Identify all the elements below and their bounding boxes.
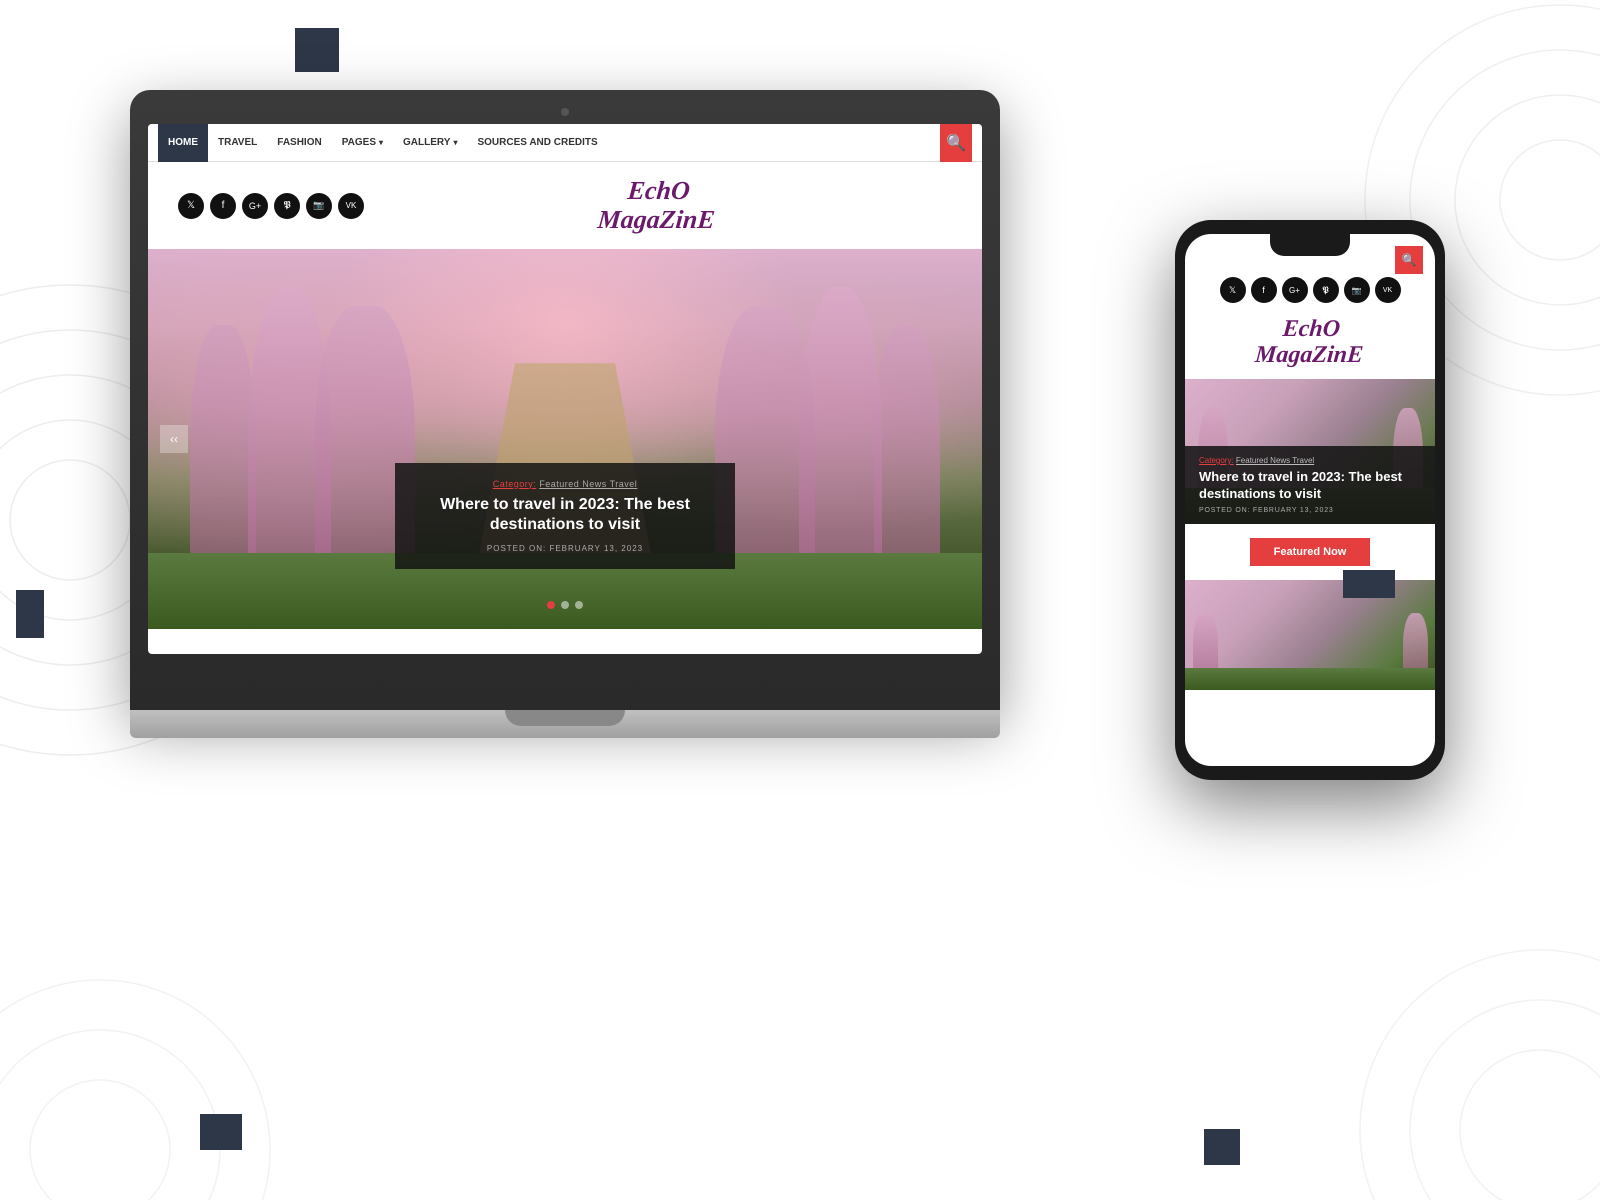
- hero-category: Category: Featured News Travel: [419, 479, 711, 489]
- site-nav: HOME TRAVEL FASHION PAGES▾ GALLERY▾ SOUR…: [148, 124, 982, 162]
- nav-search-button[interactable]: 🔍: [940, 124, 972, 162]
- phone-social-icons: 𝕏 f G+ 𝕻 📷 VK: [1185, 269, 1435, 311]
- social-facebook[interactable]: f: [210, 193, 236, 219]
- nav-travel[interactable]: TRAVEL: [208, 124, 267, 162]
- phone-social-facebook[interactable]: f: [1251, 277, 1277, 303]
- deco-rect-4: [200, 1114, 242, 1150]
- social-gplus[interactable]: G+: [242, 193, 268, 219]
- search-icon: 🔍: [946, 133, 966, 153]
- phone-search-icon: 🔍: [1402, 253, 1417, 267]
- deco-rect-2: [16, 590, 44, 638]
- phone-device: 🔍 𝕏 f G+ 𝕻 📷 VK EchO MagaZinE: [1175, 220, 1445, 780]
- hero-dots: [547, 601, 583, 609]
- hero-dot-2[interactable]: [561, 601, 569, 609]
- deco-rect-1: [295, 28, 339, 72]
- hero-overlay-card: Category: Featured News Travel Where to …: [395, 463, 735, 570]
- prev-icon: ‹‹: [170, 432, 178, 446]
- phone-social-gplus[interactable]: G+: [1282, 277, 1308, 303]
- phone-notch: [1270, 234, 1350, 256]
- laptop-body: HOME TRAVEL FASHION PAGES▾ GALLERY▾ SOUR…: [130, 90, 1000, 710]
- phone-social-instagram[interactable]: 📷: [1344, 277, 1370, 303]
- hero-title: Where to travel in 2023: The best destin…: [419, 495, 711, 537]
- social-vk[interactable]: VK: [338, 193, 364, 219]
- phone-content: 𝕏 f G+ 𝕻 📷 VK EchO MagaZinE: [1185, 234, 1435, 690]
- phone-screen: 🔍 𝕏 f G+ 𝕻 📷 VK EchO MagaZinE: [1185, 234, 1435, 766]
- laptop-camera: [561, 108, 569, 116]
- laptop-device: HOME TRAVEL FASHION PAGES▾ GALLERY▾ SOUR…: [130, 90, 1000, 710]
- nav-gallery[interactable]: GALLERY▾: [393, 124, 467, 162]
- social-pinterest[interactable]: 𝕻: [274, 193, 300, 219]
- social-twitter[interactable]: 𝕏: [178, 193, 204, 219]
- phone-hero-category: Category: Featured News Travel: [1199, 456, 1421, 465]
- phone-featured-button[interactable]: Featured Now: [1250, 538, 1370, 566]
- phone-body: 🔍 𝕏 f G+ 𝕻 📷 VK EchO MagaZinE: [1175, 220, 1445, 780]
- laptop-base: [130, 710, 1000, 738]
- phone-hero: Category: Featured News Travel Where to …: [1185, 379, 1435, 524]
- laptop-screen: HOME TRAVEL FASHION PAGES▾ GALLERY▾ SOUR…: [148, 124, 982, 654]
- phone-hero-overlay: Category: Featured News Travel Where to …: [1185, 446, 1435, 524]
- deco-rect-3: [1343, 570, 1395, 598]
- hero-section: ‹‹ Category: Featured News Travel Where …: [148, 249, 982, 629]
- phone-social-pinterest[interactable]: 𝕻: [1313, 277, 1339, 303]
- site-logo: EchO MagaZinE: [597, 177, 719, 234]
- nav-pages[interactable]: PAGES▾: [332, 124, 393, 162]
- nav-home[interactable]: HOME: [158, 124, 208, 162]
- nav-sources[interactable]: SOURCES AND CREDITS: [467, 124, 607, 162]
- nav-fashion[interactable]: FASHION: [267, 124, 331, 162]
- deco-rect-5: [1204, 1129, 1240, 1165]
- phone-logo: EchO MagaZinE: [1185, 311, 1435, 379]
- phone-social-vk[interactable]: VK: [1375, 277, 1401, 303]
- social-instagram[interactable]: 📷: [306, 193, 332, 219]
- phone-search-button[interactable]: 🔍: [1395, 246, 1423, 274]
- phone-hero-date: POSTED ON: FEBRUARY 13, 2023: [1199, 507, 1421, 514]
- phone-social-twitter[interactable]: 𝕏: [1220, 277, 1246, 303]
- hero-date: POSTED ON: FEBRUARY 13, 2023: [419, 544, 711, 553]
- laptop-hinge: [505, 710, 625, 726]
- phone-bottom-image: [1185, 580, 1435, 690]
- site-header: 𝕏 f G+ 𝕻 📷 VK EchO MagaZinE: [148, 162, 982, 249]
- social-icons-group: 𝕏 f G+ 𝕻 📷 VK: [178, 193, 364, 219]
- hero-dot-1[interactable]: [547, 601, 555, 609]
- hero-prev-button[interactable]: ‹‹: [160, 425, 188, 453]
- hero-dot-3[interactable]: [575, 601, 583, 609]
- phone-hero-title: Where to travel in 2023: The best destin…: [1199, 469, 1421, 503]
